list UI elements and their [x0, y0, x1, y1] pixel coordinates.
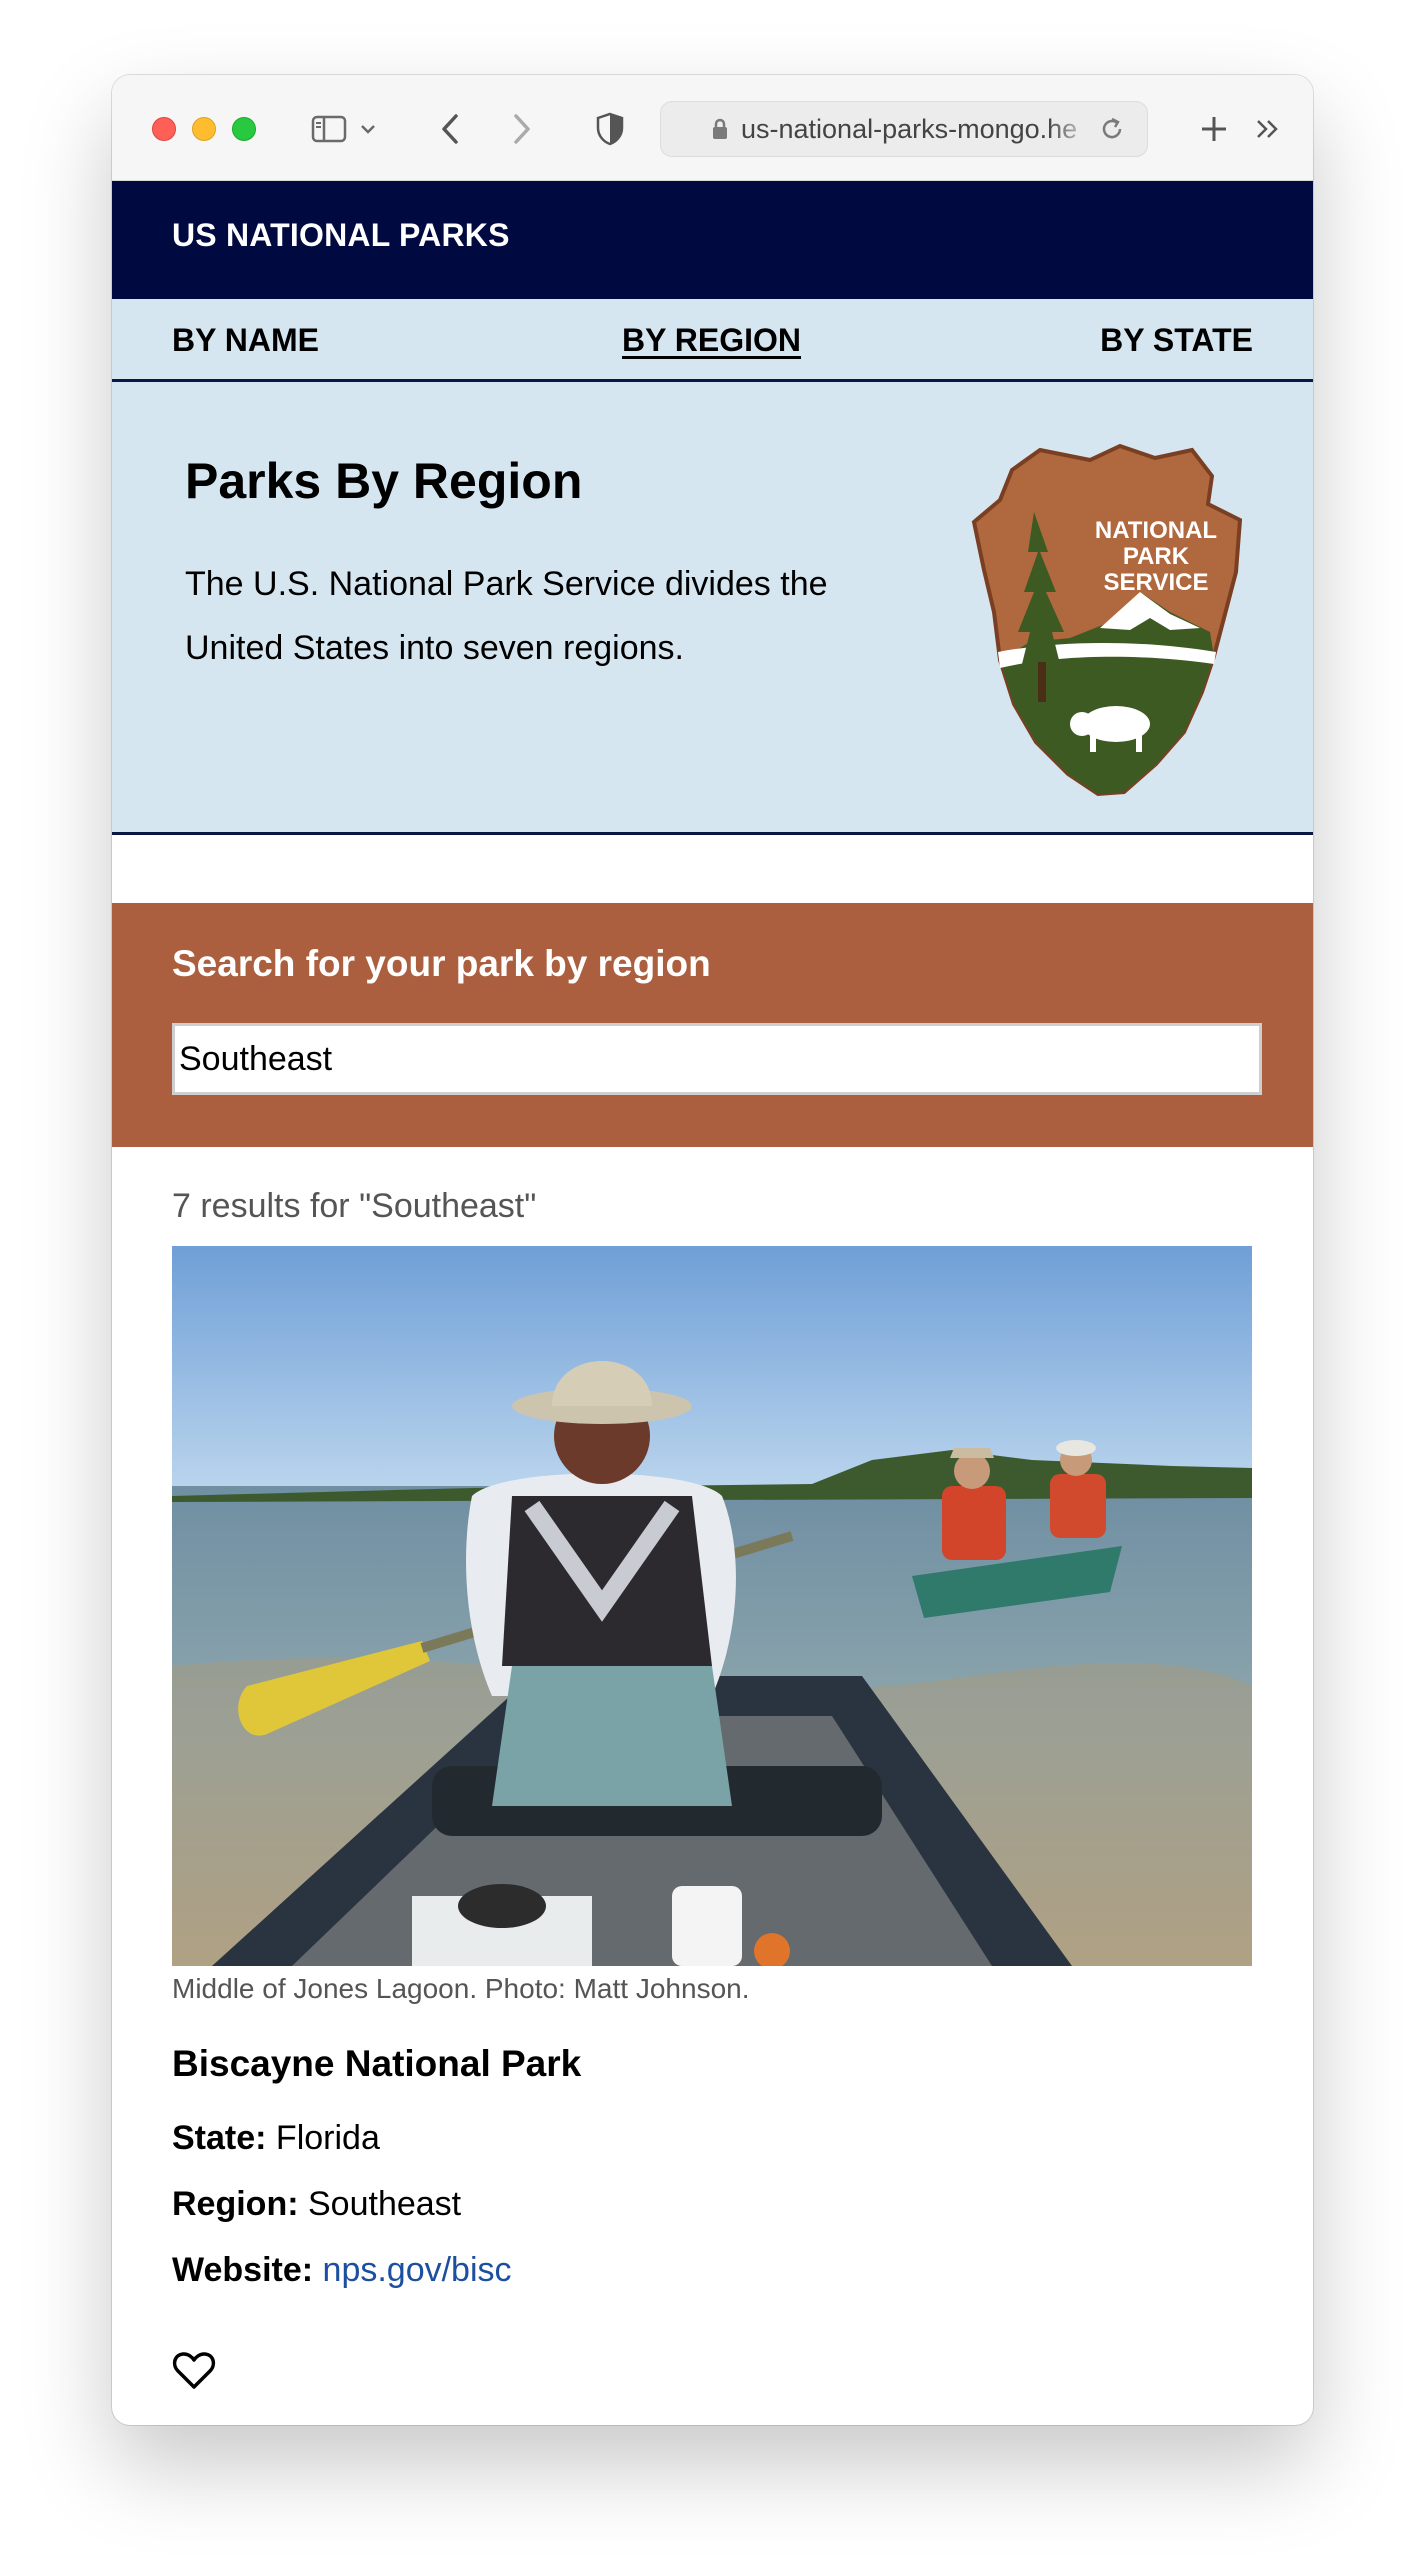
park-photo: [172, 1246, 1252, 1966]
nav-by-region[interactable]: BY REGION: [622, 322, 801, 359]
website-link[interactable]: nps.gov/bisc: [323, 2251, 512, 2289]
url-text: us-national-parks-mongo.he: [741, 113, 1078, 144]
region-nav: BY NAME BY REGION BY STATE: [112, 299, 1313, 382]
photo-caption: Middle of Jones Lagoon. Photo: Matt John…: [172, 1973, 750, 2004]
website-label: Website:: [172, 2251, 314, 2289]
region-search-panel: Search for your park by region: [112, 903, 1313, 1147]
double-chevron-icon[interactable]: [1246, 105, 1290, 153]
state-value: Florida: [275, 2119, 380, 2157]
park-region: Region: Southeast: [172, 2185, 461, 2224]
sidebar-icon[interactable]: [307, 105, 351, 153]
minimize-window-button[interactable]: [192, 117, 216, 141]
region-search-input[interactable]: [172, 1023, 1262, 1095]
lock-icon: [711, 117, 731, 141]
results-count: 7 results for "Southeast": [172, 1187, 537, 1225]
shield-icon[interactable]: [590, 105, 630, 153]
park-name: Biscayne National Park: [172, 2043, 582, 2084]
heart-outline-icon[interactable]: [172, 2349, 216, 2393]
nps-arrowhead-logo: NATIONAL PARK SERVICE: [971, 443, 1243, 797]
svg-text:NATIONAL: NATIONAL: [1095, 517, 1217, 544]
close-window-button[interactable]: [152, 117, 176, 141]
park-state: State: Florida: [172, 2119, 380, 2158]
search-label: Search for your park by region: [172, 943, 711, 984]
region-label: Region:: [172, 2185, 299, 2223]
site-title-link[interactable]: US NATIONAL PARKS: [172, 217, 510, 254]
svg-text:SERVICE: SERVICE: [1104, 569, 1209, 596]
state-label: State:: [172, 2119, 267, 2157]
park-website: Website: nps.gov/bisc: [172, 2251, 512, 2290]
page-title: Parks By Region: [185, 453, 583, 509]
chevron-left-icon[interactable]: [430, 105, 470, 153]
nav-by-state[interactable]: BY STATE: [1100, 322, 1253, 359]
plus-icon[interactable]: [1192, 105, 1236, 153]
reload-icon[interactable]: [1099, 116, 1127, 142]
page-description: The U.S. National Park Service divides t…: [185, 565, 828, 667]
browser-window: us-national-parks-mongo.he US NATIONAL P…: [112, 75, 1313, 2425]
site-header: US NATIONAL PARKS: [112, 181, 1313, 299]
page-content: US NATIONAL PARKS BY NAME BY REGION BY S…: [112, 181, 1313, 2425]
region-value: Southeast: [308, 2185, 462, 2223]
address-bar[interactable]: us-national-parks-mongo.he: [660, 101, 1148, 157]
svg-text:PARK: PARK: [1123, 543, 1190, 570]
browser-toolbar: us-national-parks-mongo.he: [112, 75, 1313, 181]
chevron-right-icon[interactable]: [502, 105, 542, 153]
nav-by-name[interactable]: BY NAME: [172, 322, 319, 359]
hero-banner: Parks By Region The U.S. National Park S…: [112, 382, 1313, 835]
maximize-window-button[interactable]: [232, 117, 256, 141]
chevron-down-icon[interactable]: [357, 105, 379, 153]
